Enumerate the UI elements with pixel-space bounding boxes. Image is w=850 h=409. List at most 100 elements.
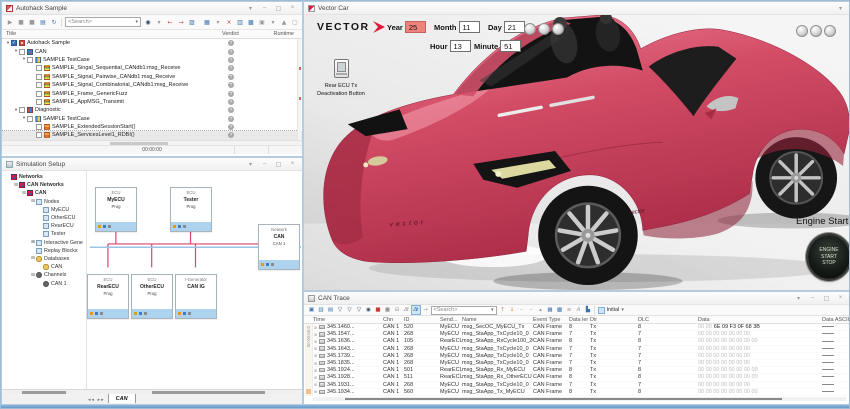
network-tree-row[interactable]: Replay Blocks	[2, 247, 86, 255]
tree-horizontal-scrollbar[interactable]	[10, 391, 72, 394]
test-tree-row[interactable]: ✓ SAMPLE_Signal_Pairwise_CANdb1:msg_Rece…	[2, 73, 302, 81]
minimize-icon[interactable]: –	[259, 5, 270, 11]
runtime-icon[interactable]	[178, 225, 181, 228]
rear-ecu-deactivation-control[interactable]: Rear ECU Tx Deactivation Button	[312, 59, 370, 100]
time-relative-icon[interactable]: Δt	[412, 306, 420, 314]
node-user-icon[interactable]	[100, 312, 103, 315]
minimize-icon[interactable]: –	[807, 295, 818, 301]
dash2-icon[interactable]: –	[527, 306, 535, 314]
time-absolute-icon[interactable]: Δt	[402, 306, 410, 314]
fixed-view-icon[interactable]: ▣	[307, 306, 315, 314]
export-icon[interactable]: ▲	[279, 18, 288, 27]
network-node-box[interactable]: ECU MyECU Prog	[95, 187, 137, 232]
trace-row[interactable]: ⊞ 345.1928... CAN 1 511 RearECU msg_StaA…	[313, 374, 850, 381]
row-checkbox[interactable]: ✓	[36, 99, 42, 105]
test-tree-row[interactable]: ✓ SAMPLE_Singal_Sequential_CANdb1:msg_Re…	[2, 64, 302, 72]
canvas-horizontal-scrollbar[interactable]	[90, 391, 296, 394]
test-tree-row[interactable]: ▾ ✓ CAN ?	[2, 47, 302, 55]
test-tree-row[interactable]: ▾ ✓ SAMPLE TestCase ?	[2, 56, 302, 64]
logging-down-icon[interactable]: ↓	[508, 306, 516, 314]
trace-row[interactable]: ⊞ 345.1643... CAN 1 268 MyECU msg_StaApp…	[313, 346, 850, 353]
tab-can[interactable]: CAN	[108, 393, 136, 403]
sphere-button-1[interactable]	[524, 23, 536, 35]
col-event-type[interactable]: Event Type	[533, 317, 563, 323]
report-icon[interactable]: ▥	[235, 18, 244, 27]
pencil-icon[interactable]	[98, 225, 101, 228]
prev-result-icon[interactable]: ←	[165, 18, 174, 27]
network-tree-row[interactable]: RearECU	[2, 222, 86, 230]
logging-up-icon[interactable]: ↑	[498, 306, 506, 314]
col-sender[interactable]: Send...	[440, 317, 462, 323]
row-expander-icon[interactable]: ⊞	[313, 389, 318, 394]
row-expander-icon[interactable]: ⊞	[313, 361, 318, 366]
pencil-icon[interactable]	[173, 225, 176, 228]
network-node-box[interactable]: ECU OtherECU Prog	[131, 274, 173, 319]
style-icon[interactable]: ▩	[555, 306, 563, 314]
rear-ecu-button-icon[interactable]	[334, 59, 349, 78]
filter-edit-icon[interactable]: ▽	[345, 306, 353, 314]
scrollbar-thumb[interactable]	[345, 398, 782, 400]
trace-horizontal-scrollbar[interactable]	[313, 397, 846, 401]
row-checkbox[interactable]: ✓	[36, 124, 42, 130]
doc-icon[interactable]: ▢	[290, 18, 299, 27]
node-user-icon[interactable]	[144, 312, 147, 315]
test-tree-row[interactable]: ✓ SAMPLE_Frame_GenericFuzz ?	[2, 89, 302, 97]
stop-icon[interactable]: ■	[374, 306, 382, 314]
edit-dropdown-icon[interactable]: ▾	[268, 18, 277, 27]
pencil-icon[interactable]	[261, 263, 264, 266]
column-verdict[interactable]: Verdict	[222, 31, 239, 37]
dash1-icon[interactable]: –	[517, 306, 525, 314]
hour-input[interactable]: 13	[450, 40, 471, 52]
runtime-icon[interactable]	[183, 312, 186, 315]
row-checkbox[interactable]: ✓	[36, 91, 42, 97]
sphere-button-3[interactable]	[552, 23, 564, 35]
clear-icon[interactable]: ⊟	[393, 306, 401, 314]
new-test-icon[interactable]: ▦	[202, 18, 211, 27]
filter-off-icon[interactable]: ▽	[355, 306, 363, 314]
pencil-icon[interactable]	[178, 312, 181, 315]
find-icon[interactable]: ◉	[364, 306, 372, 314]
engine-start-button[interactable]: ENGINE START STOP	[808, 235, 850, 279]
goto-icon[interactable]: →	[421, 306, 429, 314]
trace-row[interactable]: ⊞ 345.1931... CAN 1 268 MyECU msg_StaApp…	[313, 382, 850, 389]
initial-mode-dropdown[interactable]: Initial ▾	[598, 307, 624, 314]
node-user-icon[interactable]	[188, 312, 191, 315]
runtime-icon[interactable]	[103, 225, 106, 228]
row-checkbox[interactable]: ✓	[36, 74, 42, 80]
network-tree-row[interactable]: Tester	[2, 230, 86, 238]
pin-chevron-icon[interactable]: ▾	[245, 5, 256, 12]
node-user-icon[interactable]	[108, 225, 111, 228]
edit-icon[interactable]: ▣	[257, 18, 266, 27]
test-tree-row[interactable]: ✓ SAMPLE_ServicesLevel1_RDBI() ?	[2, 131, 302, 139]
maximize-icon[interactable]: □	[821, 295, 832, 302]
row-checkbox[interactable]: ✓	[36, 65, 42, 71]
new-test-dropdown-icon[interactable]: ▾	[213, 18, 222, 27]
network-tree-row[interactable]: OtherECU	[2, 214, 86, 222]
month-input[interactable]: 11	[459, 21, 480, 33]
col-data[interactable]: Data	[698, 317, 822, 323]
network-tree-row[interactable]: ⊟ Databases	[2, 255, 86, 263]
network-node-box[interactable]: I-Generator CAN IG	[175, 274, 217, 319]
network-tree-row[interactable]: ⊟ CAN Networks	[2, 181, 86, 189]
sphere-button-5[interactable]	[810, 25, 822, 37]
rows-icon[interactable]: ≡	[565, 306, 573, 314]
network-tree-row[interactable]: CAN 1	[2, 279, 86, 287]
col-chn[interactable]: Chn	[383, 317, 404, 323]
node-user-icon[interactable]	[271, 263, 274, 266]
row-expander-icon[interactable]: ⊞	[313, 375, 318, 380]
filter-column-icon[interactable]: ▽	[336, 306, 344, 314]
runtime-icon[interactable]	[266, 263, 269, 266]
test-tree-row[interactable]: ✓ SAMPLE_AppMSG_Transmit ?	[2, 98, 302, 106]
maximize-icon[interactable]: □	[273, 5, 284, 12]
node-user-icon[interactable]	[183, 225, 186, 228]
day-input[interactable]: 21	[504, 21, 525, 33]
columns-icon[interactable]: ▦	[546, 306, 554, 314]
test-tree-row[interactable]: ▾ ✓ SAMPLE TestCase ?	[2, 115, 302, 123]
vertical-scrollbar[interactable]	[297, 39, 301, 140]
settings-icon[interactable]: ▩	[246, 18, 255, 27]
row-checkbox[interactable]: ✓	[11, 40, 17, 46]
row-expander-icon[interactable]: ⊞	[313, 325, 318, 330]
sphere-button-6[interactable]	[824, 25, 836, 37]
close-icon[interactable]: ×	[835, 295, 846, 301]
find-dropdown-icon[interactable]: ▾	[154, 18, 163, 27]
